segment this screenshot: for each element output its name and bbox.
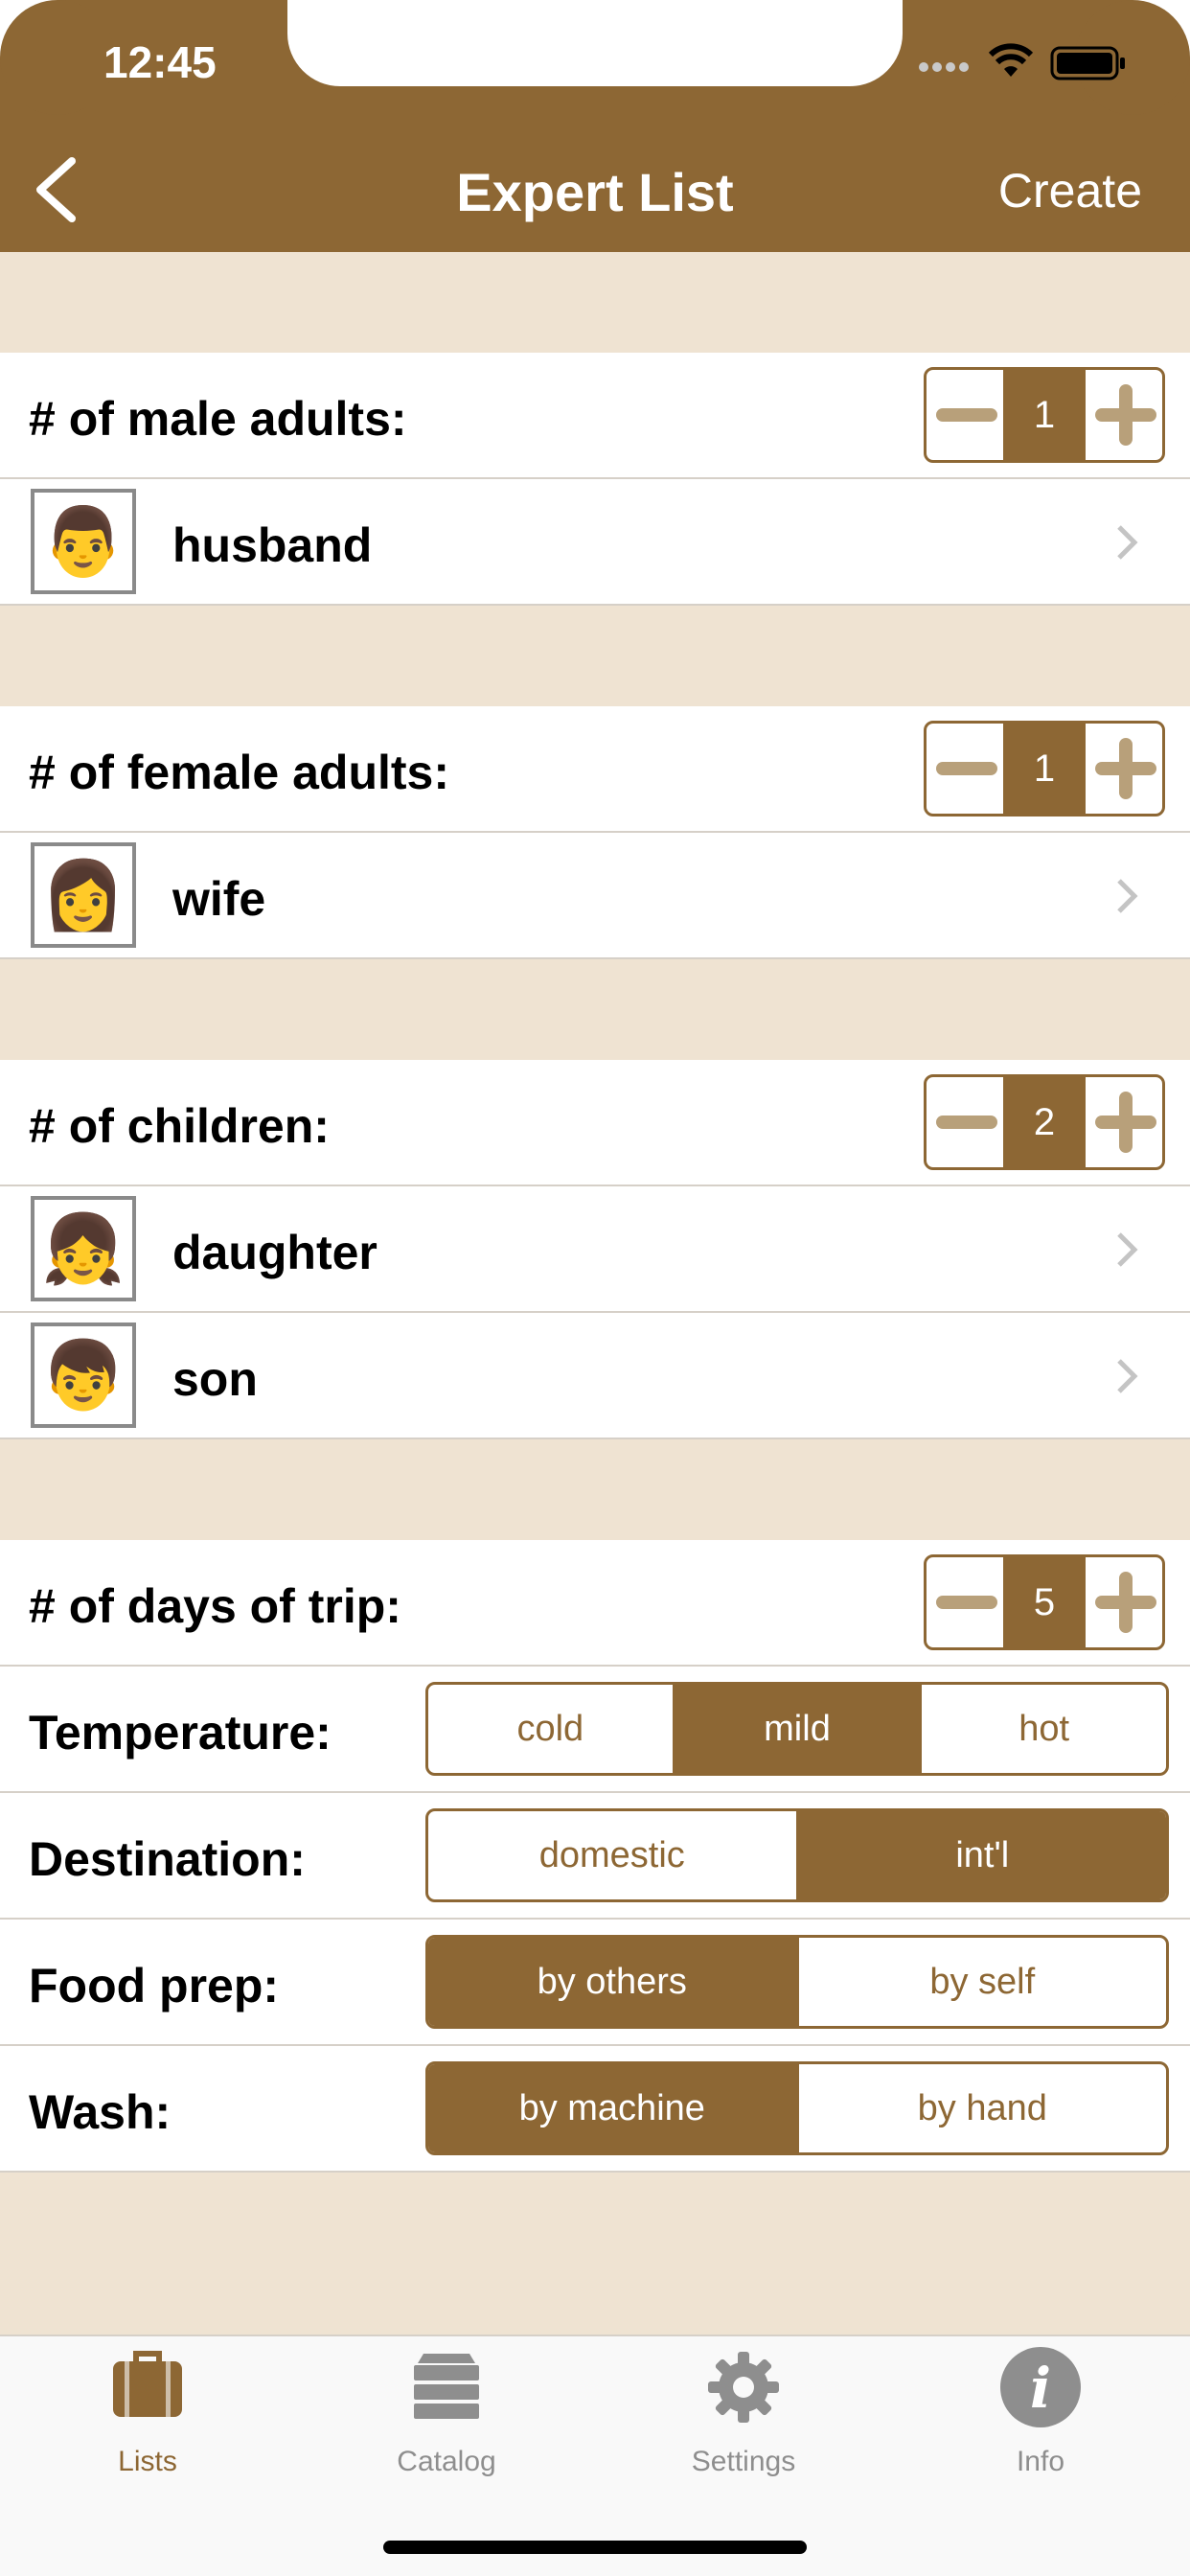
tab-lists-label: Lists bbox=[118, 2446, 177, 2477]
create-button[interactable]: Create bbox=[998, 163, 1142, 218]
daughter-avatar: 👧 bbox=[31, 1196, 136, 1301]
decrement-button[interactable] bbox=[927, 370, 1003, 460]
list-item-wife[interactable]: 👩 wife bbox=[0, 833, 1190, 959]
server-icon bbox=[414, 2354, 479, 2419]
chevron-right-icon bbox=[1117, 879, 1138, 913]
list-item-daughter[interactable]: 👧 daughter bbox=[0, 1186, 1190, 1313]
food-prep-segmented-control: by others by self bbox=[425, 1935, 1169, 2029]
list-item-husband[interactable]: 👨 husband bbox=[0, 479, 1190, 606]
tab-settings[interactable]: Settings bbox=[600, 2338, 887, 2477]
male-adults-stepper: 1 bbox=[924, 367, 1165, 463]
cellular-signal-icon bbox=[919, 62, 969, 72]
tab-lists[interactable]: Lists bbox=[4, 2338, 291, 2477]
destination-label: Destination: bbox=[29, 1832, 306, 1886]
wife-avatar: 👩 bbox=[31, 842, 136, 948]
wash-option-by-machine[interactable]: by machine bbox=[428, 2064, 796, 2152]
info-icon: i bbox=[1000, 2347, 1081, 2427]
female-adults-count: 1 bbox=[1003, 724, 1086, 814]
list-item-son[interactable]: 👦 son bbox=[0, 1313, 1190, 1439]
svg-text:i: i bbox=[1030, 2356, 1051, 2421]
wash-row: Wash: by machine by hand bbox=[0, 2046, 1190, 2173]
destination-row: Destination: domestic int'l bbox=[0, 1793, 1190, 1920]
temperature-segmented-control: cold mild hot bbox=[425, 1682, 1169, 1776]
decrement-button[interactable] bbox=[927, 1077, 1003, 1167]
tab-info[interactable]: i Info bbox=[897, 2338, 1184, 2477]
wash-option-by-hand[interactable]: by hand bbox=[795, 2064, 1167, 2152]
children-stepper: 2 bbox=[924, 1074, 1165, 1170]
husband-label: husband bbox=[172, 518, 373, 572]
male-adults-row: # of male adults: 1 bbox=[0, 353, 1190, 479]
food-option-by-self[interactable]: by self bbox=[795, 1938, 1167, 2026]
gear-icon bbox=[708, 2352, 779, 2423]
screen-corner-left bbox=[0, 0, 115, 115]
temperature-option-hot[interactable]: hot bbox=[919, 1685, 1166, 1773]
tab-info-label: Info bbox=[1016, 2446, 1065, 2477]
home-indicator[interactable] bbox=[383, 2541, 807, 2554]
temperature-row: Temperature: cold mild hot bbox=[0, 1667, 1190, 1793]
wash-label: Wash: bbox=[29, 2085, 172, 2139]
male-adults-count: 1 bbox=[1003, 370, 1086, 460]
days-label: # of days of trip: bbox=[29, 1579, 401, 1633]
status-time: 12:45 bbox=[103, 37, 217, 87]
suitcase-icon bbox=[113, 2351, 182, 2417]
increment-button[interactable] bbox=[1086, 1557, 1162, 1647]
chevron-right-icon bbox=[1117, 1232, 1138, 1267]
wife-label: wife bbox=[172, 872, 266, 926]
children-count: 2 bbox=[1003, 1077, 1086, 1167]
chevron-right-icon bbox=[1117, 1359, 1138, 1393]
wash-segmented-control: by machine by hand bbox=[425, 2061, 1169, 2155]
battery-icon bbox=[1050, 46, 1125, 80]
tab-settings-label: Settings bbox=[691, 2446, 796, 2477]
destination-segmented-control: domestic int'l bbox=[425, 1808, 1169, 1902]
food-prep-row: Food prep: by others by self bbox=[0, 1920, 1190, 2046]
increment-button[interactable] bbox=[1086, 370, 1162, 460]
children-label: # of children: bbox=[29, 1099, 330, 1153]
female-adults-label: # of female adults: bbox=[29, 746, 449, 799]
temperature-label: Temperature: bbox=[29, 1706, 332, 1760]
days-count: 5 bbox=[1003, 1557, 1086, 1647]
food-prep-label: Food prep: bbox=[29, 1959, 280, 2012]
male-adults-label: # of male adults: bbox=[29, 392, 407, 446]
tab-catalog-label: Catalog bbox=[397, 2446, 496, 2477]
wifi-icon bbox=[988, 43, 1034, 77]
son-avatar: 👦 bbox=[31, 1322, 136, 1428]
husband-avatar: 👨 bbox=[31, 489, 136, 594]
days-stepper: 5 bbox=[924, 1554, 1165, 1650]
daughter-label: daughter bbox=[172, 1226, 378, 1279]
son-label: son bbox=[172, 1352, 258, 1406]
temperature-option-mild[interactable]: mild bbox=[672, 1685, 920, 1773]
female-adults-stepper: 1 bbox=[924, 721, 1165, 816]
chevron-right-icon bbox=[1117, 525, 1138, 560]
destination-option-intl[interactable]: int'l bbox=[795, 1811, 1166, 1899]
food-option-by-others[interactable]: by others bbox=[428, 1938, 796, 2026]
device-notch bbox=[287, 0, 903, 86]
temperature-option-cold[interactable]: cold bbox=[428, 1685, 673, 1773]
increment-button[interactable] bbox=[1086, 1077, 1162, 1167]
days-row: # of days of trip: 5 bbox=[0, 1540, 1190, 1667]
tab-catalog[interactable]: Catalog bbox=[303, 2338, 590, 2477]
female-adults-row: # of female adults: 1 bbox=[0, 706, 1190, 833]
decrement-button[interactable] bbox=[927, 1557, 1003, 1647]
destination-option-domestic[interactable]: domestic bbox=[428, 1811, 796, 1899]
decrement-button[interactable] bbox=[927, 724, 1003, 814]
screen-corner-right bbox=[1075, 0, 1190, 115]
children-row: # of children: 2 bbox=[0, 1060, 1190, 1186]
increment-button[interactable] bbox=[1086, 724, 1162, 814]
